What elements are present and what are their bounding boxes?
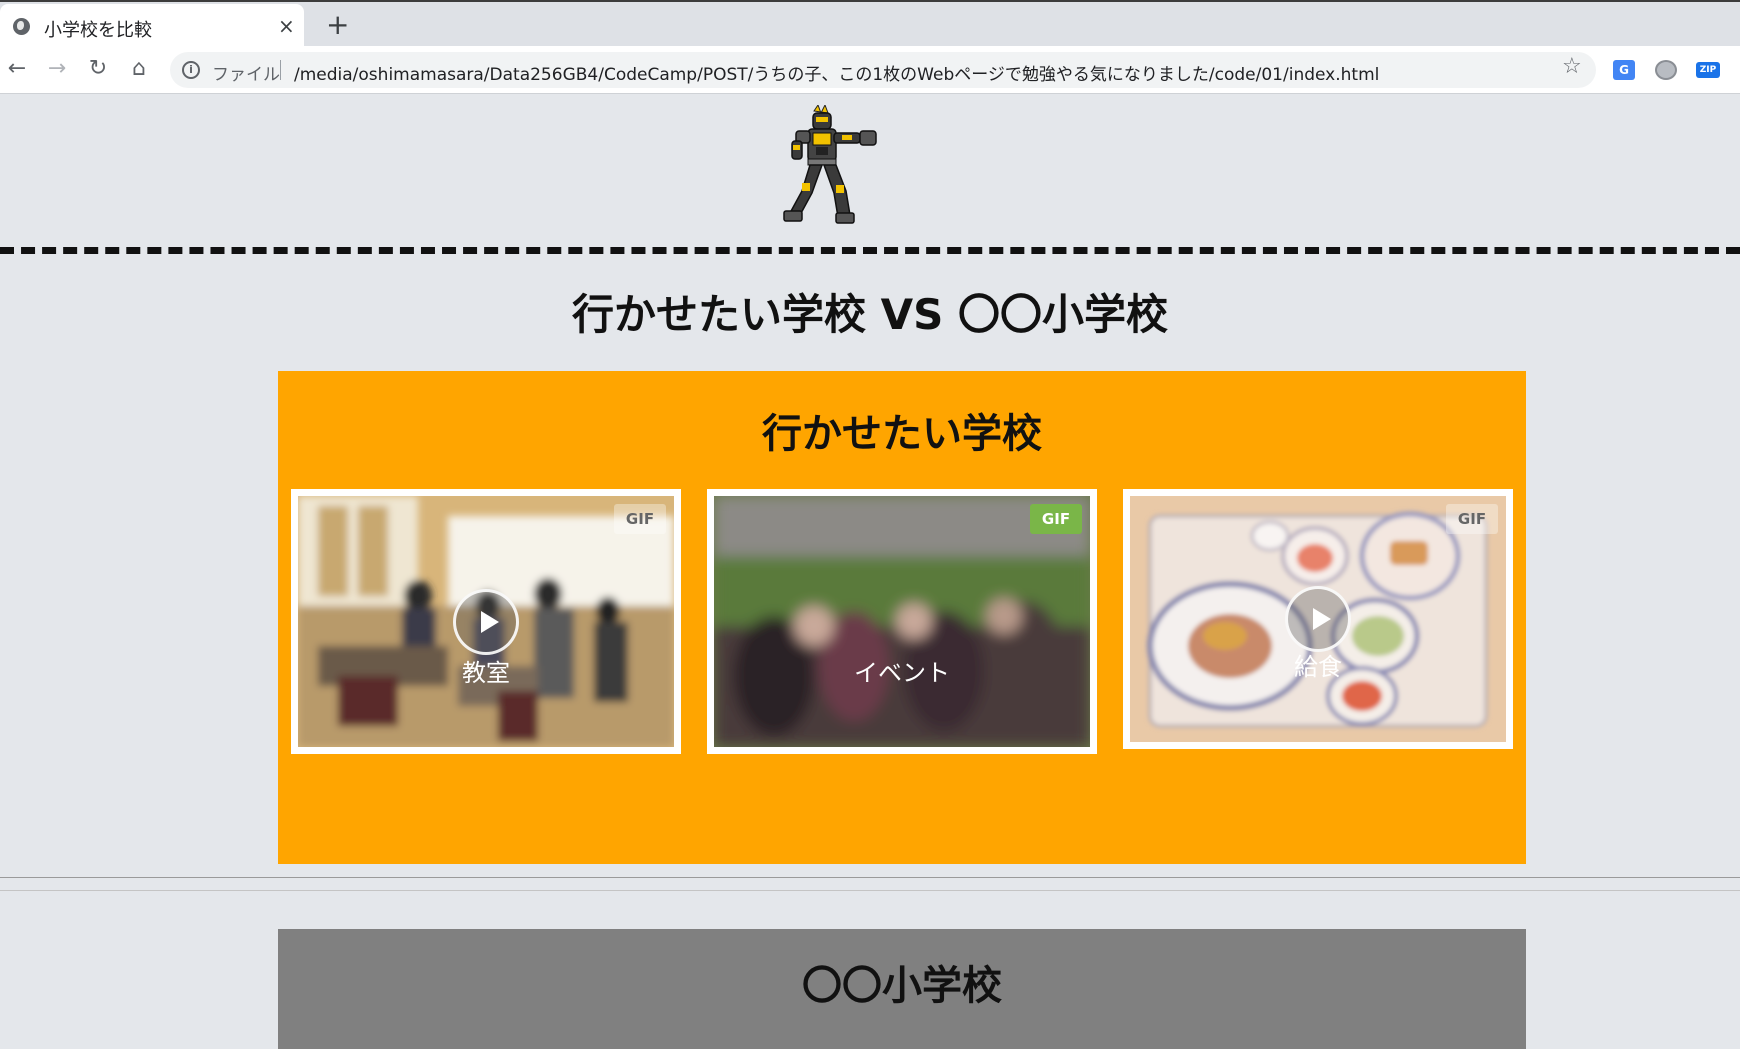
omnibox-divider xyxy=(280,60,281,80)
media-card-lunch[interactable]: GIF xyxy=(1123,489,1513,749)
translate-icon[interactable]: G xyxy=(1613,60,1635,80)
bookmark-star-icon[interactable]: ☆ xyxy=(1562,54,1582,79)
page-title: 行かせたい学校 VS 〇〇小学校 xyxy=(572,290,1168,339)
dashed-divider xyxy=(0,247,1740,254)
play-icon[interactable] xyxy=(453,588,519,655)
gif-badge[interactable]: GIF xyxy=(614,504,666,534)
play-icon[interactable] xyxy=(1285,586,1351,652)
new-tab-button[interactable]: + xyxy=(326,8,349,41)
preferred-school-section: 行かせたい学校 GIF 教室 GIF イベント GIF 給食 xyxy=(278,371,1526,864)
section-title: 行かせたい学校 xyxy=(762,411,1042,457)
classroom-image[interactable]: GIF xyxy=(298,496,674,747)
tab-strip: 小学校を比較 × + xyxy=(0,0,1740,48)
address-bar[interactable]: i ファイル /media/oshimamasara/Data256GB4/Co… xyxy=(170,52,1596,88)
page-content: 行かせたい学校 VS 〇〇小学校 行かせたい学校 GIF 教室 GIF イベント… xyxy=(0,95,1740,1049)
browser-toolbar: ← → ↻ ⌂ i ファイル /media/oshimamasara/Data2… xyxy=(0,46,1740,94)
close-tab-icon[interactable]: × xyxy=(278,14,295,38)
globe-icon xyxy=(13,18,30,35)
gif-badge[interactable]: GIF xyxy=(1446,504,1498,534)
lunch-image[interactable]: GIF xyxy=(1130,496,1506,742)
omnibox-file-label: ファイル xyxy=(212,65,280,85)
event-image[interactable]: GIF xyxy=(714,496,1090,747)
section-title: 〇〇小学校 xyxy=(802,963,1002,1009)
forward-arrow-icon[interactable]: → xyxy=(42,54,72,84)
card-label-lunch: 給食 xyxy=(1294,653,1342,681)
back-arrow-icon[interactable]: ← xyxy=(2,54,32,84)
url-text[interactable]: /media/oshimamasara/Data256GB4/CodeCamp/… xyxy=(294,60,1379,85)
media-card-event[interactable]: GIF xyxy=(707,489,1097,754)
info-icon[interactable]: i xyxy=(182,61,200,79)
gif-badge-active[interactable]: GIF xyxy=(1030,504,1082,534)
card-label-classroom: 教室 xyxy=(462,659,510,687)
zip-extension-icon[interactable]: ZIP xyxy=(1696,62,1720,78)
card-label-event: イベント xyxy=(854,659,950,687)
circle-extension-icon[interactable] xyxy=(1655,60,1677,80)
rider-figure-icon xyxy=(783,105,877,224)
browser-tab[interactable]: 小学校を比較 × xyxy=(0,4,304,48)
other-school-section: 〇〇小学校 xyxy=(278,929,1526,1049)
reload-icon[interactable]: ↻ xyxy=(83,54,113,84)
tab-title: 小学校を比較 xyxy=(44,20,152,41)
media-card-classroom[interactable]: GIF xyxy=(291,489,681,754)
horizontal-rule xyxy=(0,877,1740,891)
home-icon[interactable]: ⌂ xyxy=(124,54,154,84)
